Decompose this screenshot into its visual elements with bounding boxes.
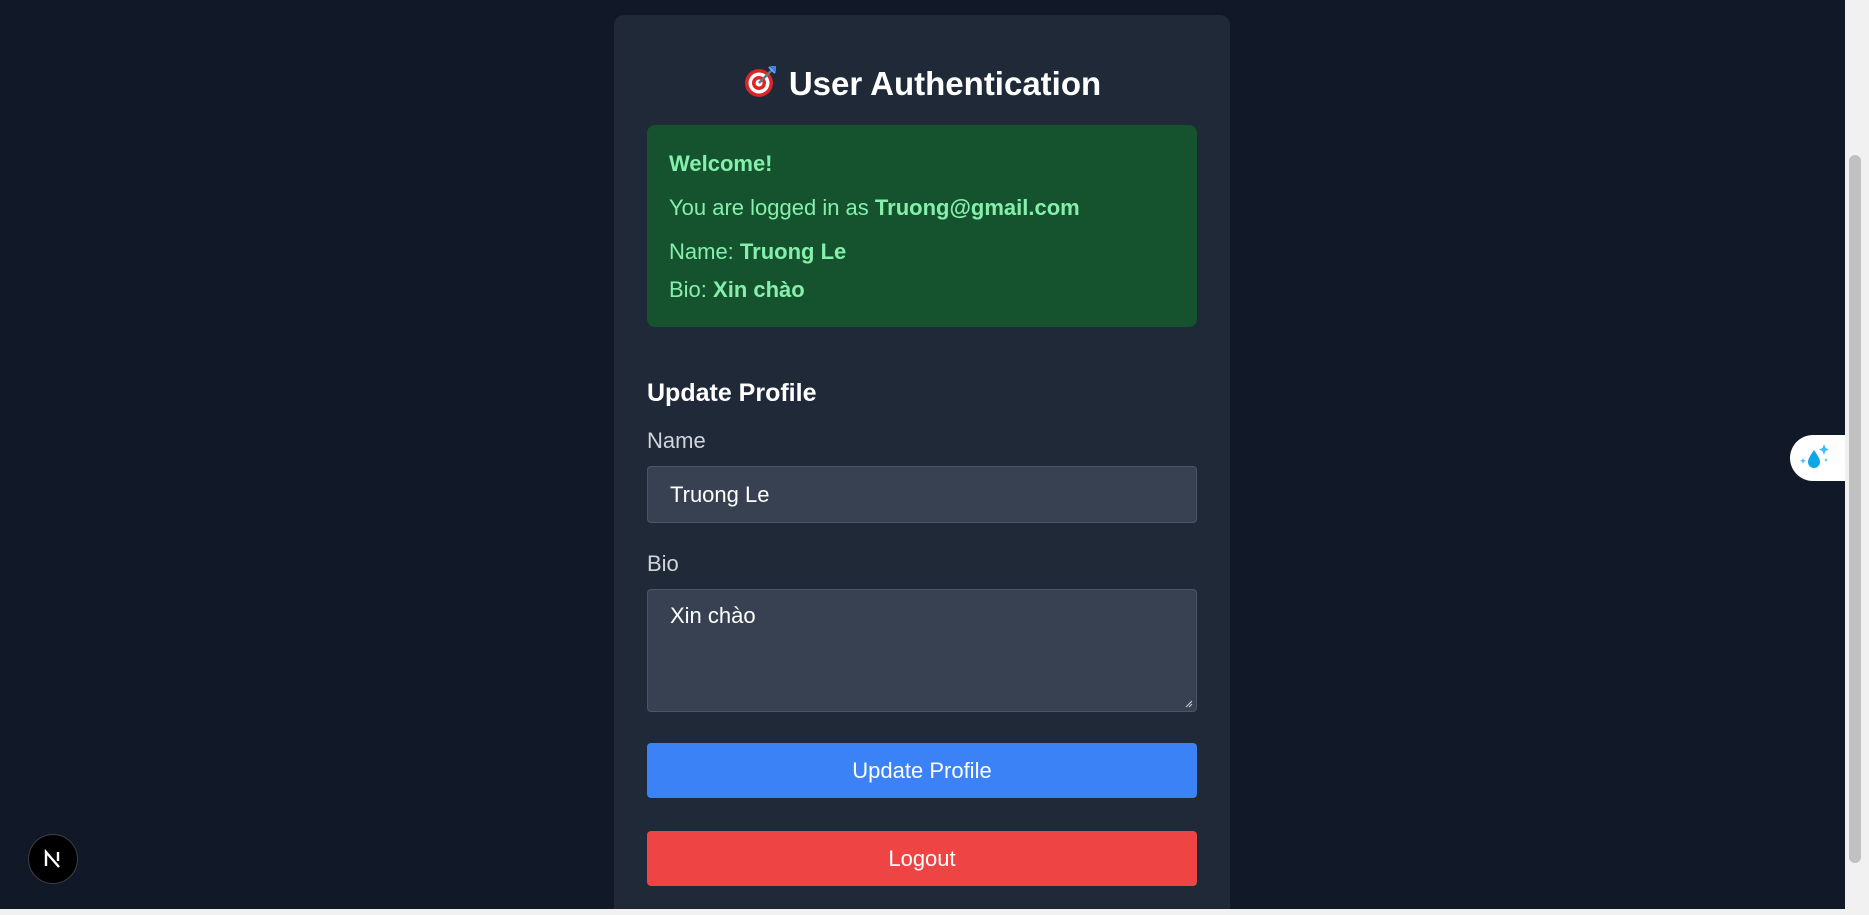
user-name: Truong Le bbox=[739, 239, 847, 264]
welcome-heading: Welcome! bbox=[669, 151, 773, 176]
update-profile-button[interactable]: Update Profile bbox=[647, 743, 1197, 798]
vertical-scrollbar-thumb[interactable] bbox=[1849, 155, 1861, 863]
target-icon bbox=[743, 63, 779, 107]
name-line: Name: Truong Le bbox=[669, 239, 847, 264]
side-widget-button[interactable] bbox=[1790, 435, 1845, 481]
bio-textarea-value: Xin chào bbox=[670, 603, 756, 628]
bio-label: Bio bbox=[647, 551, 679, 576]
welcome-panel: Welcome! You are logged in as Truong@gma… bbox=[647, 125, 1197, 327]
user-email: Truong@gmail.com bbox=[874, 195, 1080, 220]
bio-line: Bio: Xin chào bbox=[669, 277, 805, 302]
page-viewport: User Authentication Welcome! You are log… bbox=[0, 0, 1845, 909]
logout-button[interactable]: Logout bbox=[647, 831, 1197, 886]
water-drop-sparkle-icon bbox=[1800, 444, 1829, 468]
bio-textarea[interactable]: Xin chào bbox=[647, 589, 1197, 712]
title-text: User Authentication bbox=[788, 65, 1102, 102]
name-input[interactable]: Truong Le bbox=[647, 466, 1197, 523]
bottom-edge bbox=[0, 909, 1869, 915]
name-label: Name bbox=[647, 428, 706, 453]
nextjs-logo-icon[interactable] bbox=[28, 834, 78, 884]
auth-card: User Authentication Welcome! You are log… bbox=[614, 15, 1230, 909]
resize-grip-icon[interactable] bbox=[1185, 700, 1193, 708]
page-title: User Authentication bbox=[614, 63, 1230, 107]
update-profile-heading: Update Profile bbox=[647, 379, 817, 407]
logged-in-line: You are logged in as Truong@gmail.com bbox=[669, 195, 1080, 220]
user-bio: Xin chào bbox=[713, 277, 805, 302]
